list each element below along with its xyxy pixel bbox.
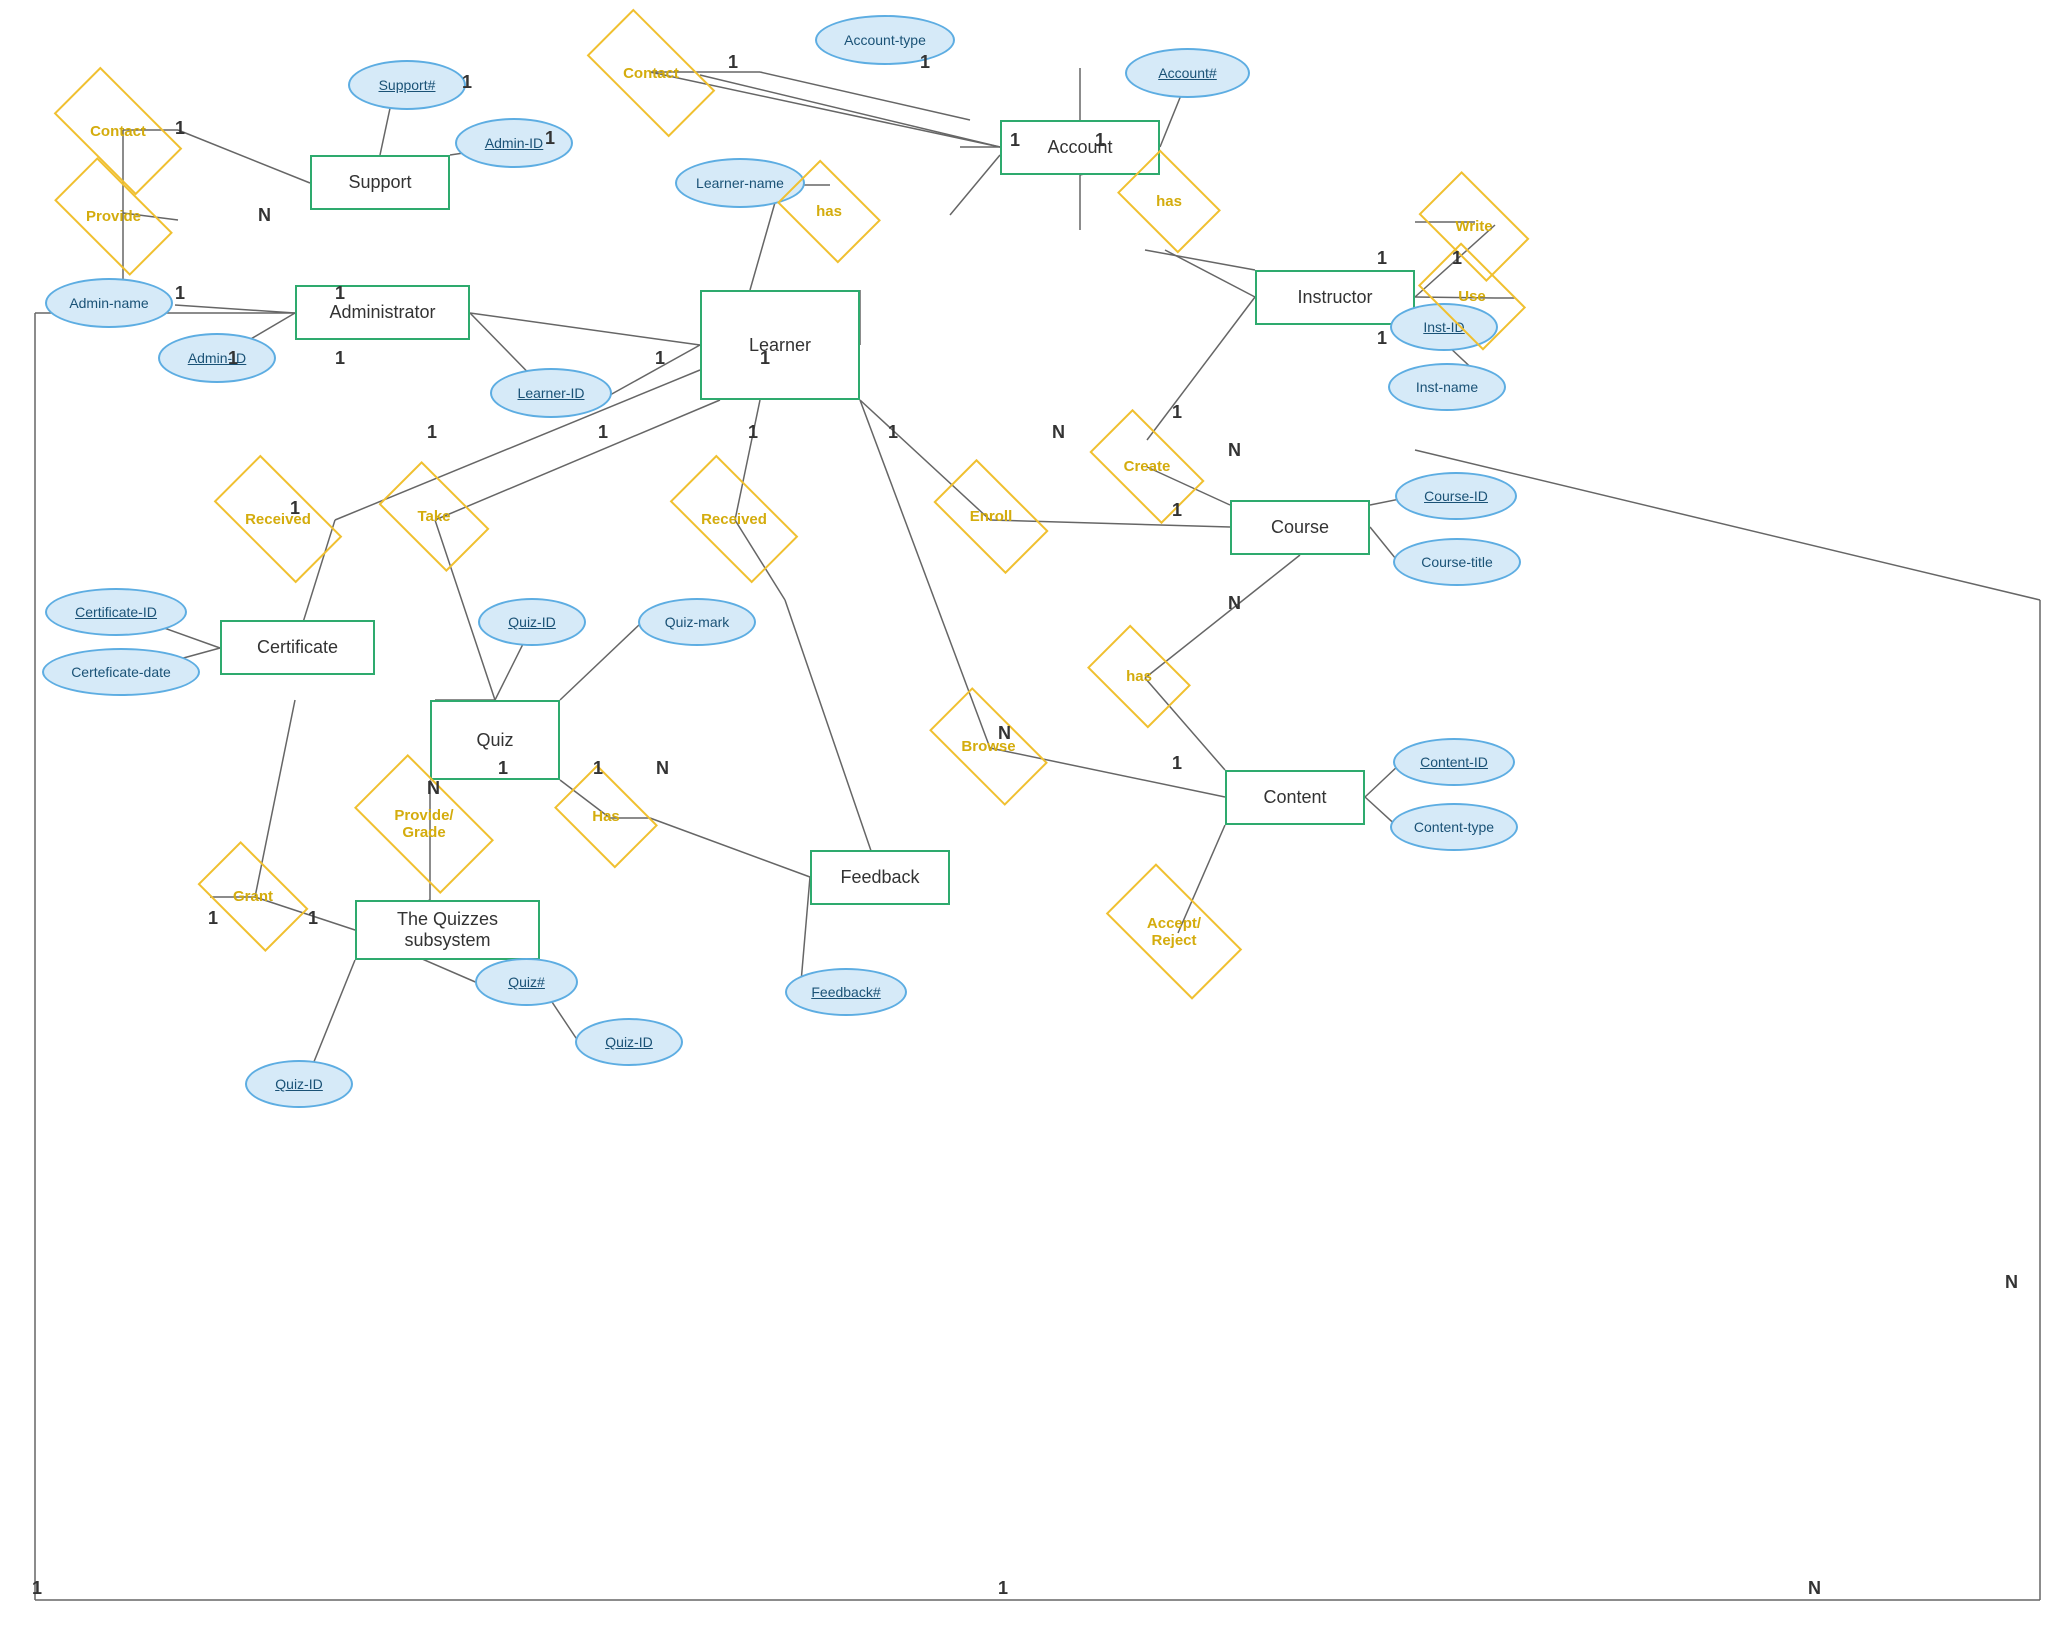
rel-browse: Browse <box>937 718 1040 775</box>
entity-course: Course <box>1230 500 1370 555</box>
attr-learner-id: Learner-ID <box>490 368 612 418</box>
card-35: 1 <box>32 1578 42 1599</box>
attr-account-num: Account# <box>1125 48 1250 98</box>
card-32: 1 <box>1377 328 1387 349</box>
attr-admin-id-top: Admin-ID <box>455 118 573 168</box>
card-10: 1 <box>335 348 345 369</box>
card-7: 1 <box>175 283 185 304</box>
rel-take: Take <box>388 488 480 545</box>
card-33: N <box>2005 1272 2018 1293</box>
entity-content: Content <box>1225 770 1365 825</box>
attr-account-type: Account-type <box>815 15 955 65</box>
card-5: 1 <box>175 118 185 139</box>
card-37: N <box>656 758 669 779</box>
connector-lines <box>0 0 2059 1632</box>
rel-has-top: has <box>788 183 870 240</box>
card-18: N <box>1052 422 1065 443</box>
card-9: 1 <box>228 348 238 369</box>
card-24: 1 <box>1172 753 1182 774</box>
rel-provide-grade: Provide/Grade <box>365 788 483 860</box>
rel-write: Write <box>1428 198 1520 255</box>
card-12: 1 <box>760 348 770 369</box>
card-20: N <box>1228 440 1241 461</box>
attr-quiz-id-bottom: Quiz-ID <box>575 1018 683 1066</box>
card-27: 1 <box>593 758 603 779</box>
card-28: 1 <box>208 908 218 929</box>
attr-quiz-num: Quiz# <box>475 958 578 1006</box>
card-3: 1 <box>545 128 555 149</box>
attr-course-id: Course-ID <box>1395 472 1517 520</box>
card-22: N <box>1228 593 1241 614</box>
card-2: 1 <box>920 52 930 73</box>
attr-quiz-id-outer: Quiz-ID <box>245 1060 353 1108</box>
card-16: 1 <box>748 422 758 443</box>
card-26: 1 <box>498 758 508 779</box>
rel-has-course: has <box>1098 648 1180 705</box>
entity-certificate: Certificate <box>220 620 375 675</box>
rel-contact-top: Contact <box>595 42 707 104</box>
er-diagram: Account Support Administrator Learner In… <box>0 0 2059 1632</box>
rel-has-right: has <box>1128 173 1210 230</box>
card-34: N <box>1808 1578 1821 1599</box>
rel-create: Create <box>1098 438 1196 495</box>
entity-administrator: Administrator <box>295 285 470 340</box>
attr-course-title: Course-title <box>1393 538 1521 586</box>
attr-content-id: Content-ID <box>1393 738 1515 786</box>
attr-admin-id-bottom: Admin-ID <box>158 333 276 383</box>
attr-quiz-id-top: Quiz-ID <box>478 598 586 646</box>
attr-cert-date: Certeficate-date <box>42 648 200 696</box>
card-11: 1 <box>655 348 665 369</box>
rel-received-left: Received <box>222 488 334 550</box>
card-38: 1 <box>1010 130 1020 151</box>
rel-enroll: Enroll <box>942 488 1040 545</box>
attr-quiz-mark: Quiz-mark <box>638 598 756 646</box>
entity-quizzes-subsystem: The Quizzes subsystem <box>355 900 540 960</box>
entity-quiz: Quiz <box>430 700 560 780</box>
card-17: 1 <box>888 422 898 443</box>
entity-support: Support <box>310 155 450 210</box>
attr-admin-name: Admin-name <box>45 278 173 328</box>
card-36: 1 <box>998 1578 1008 1599</box>
attr-feedback-num: Feedback# <box>785 968 907 1016</box>
attr-content-type: Content-type <box>1390 803 1518 851</box>
attr-cert-id: Certificate-ID <box>45 588 187 636</box>
rel-provide: Provide <box>62 188 165 245</box>
rel-accept-reject: Accept/Reject <box>1115 898 1233 965</box>
entity-account: Account <box>1000 120 1160 175</box>
card-15: 1 <box>598 422 608 443</box>
card-30: 1 <box>1452 248 1462 269</box>
rel-grant: Grant <box>207 868 299 925</box>
card-14: 1 <box>427 422 437 443</box>
card-25: N <box>427 778 440 799</box>
card-6: N <box>258 205 271 226</box>
card-29: 1 <box>308 908 318 929</box>
entity-learner: Learner <box>700 290 860 400</box>
card-31: 1 <box>1377 248 1387 269</box>
card-39: 1 <box>1095 130 1105 151</box>
card-21: 1 <box>1172 500 1182 521</box>
rel-use: Use <box>1428 268 1516 325</box>
attr-inst-name: Inst-name <box>1388 363 1506 411</box>
card-1: 1 <box>728 52 738 73</box>
rel-received-mid: Received <box>678 488 790 550</box>
attr-support-num: Support# <box>348 60 466 110</box>
card-4: 1 <box>462 72 472 93</box>
card-19: 1 <box>1172 402 1182 423</box>
card-8: 1 <box>335 283 345 304</box>
rel-has-quiz: Has <box>565 788 647 845</box>
entity-feedback: Feedback <box>810 850 950 905</box>
entity-instructor: Instructor <box>1255 270 1415 325</box>
rel-contact-left: Contact <box>62 100 174 162</box>
